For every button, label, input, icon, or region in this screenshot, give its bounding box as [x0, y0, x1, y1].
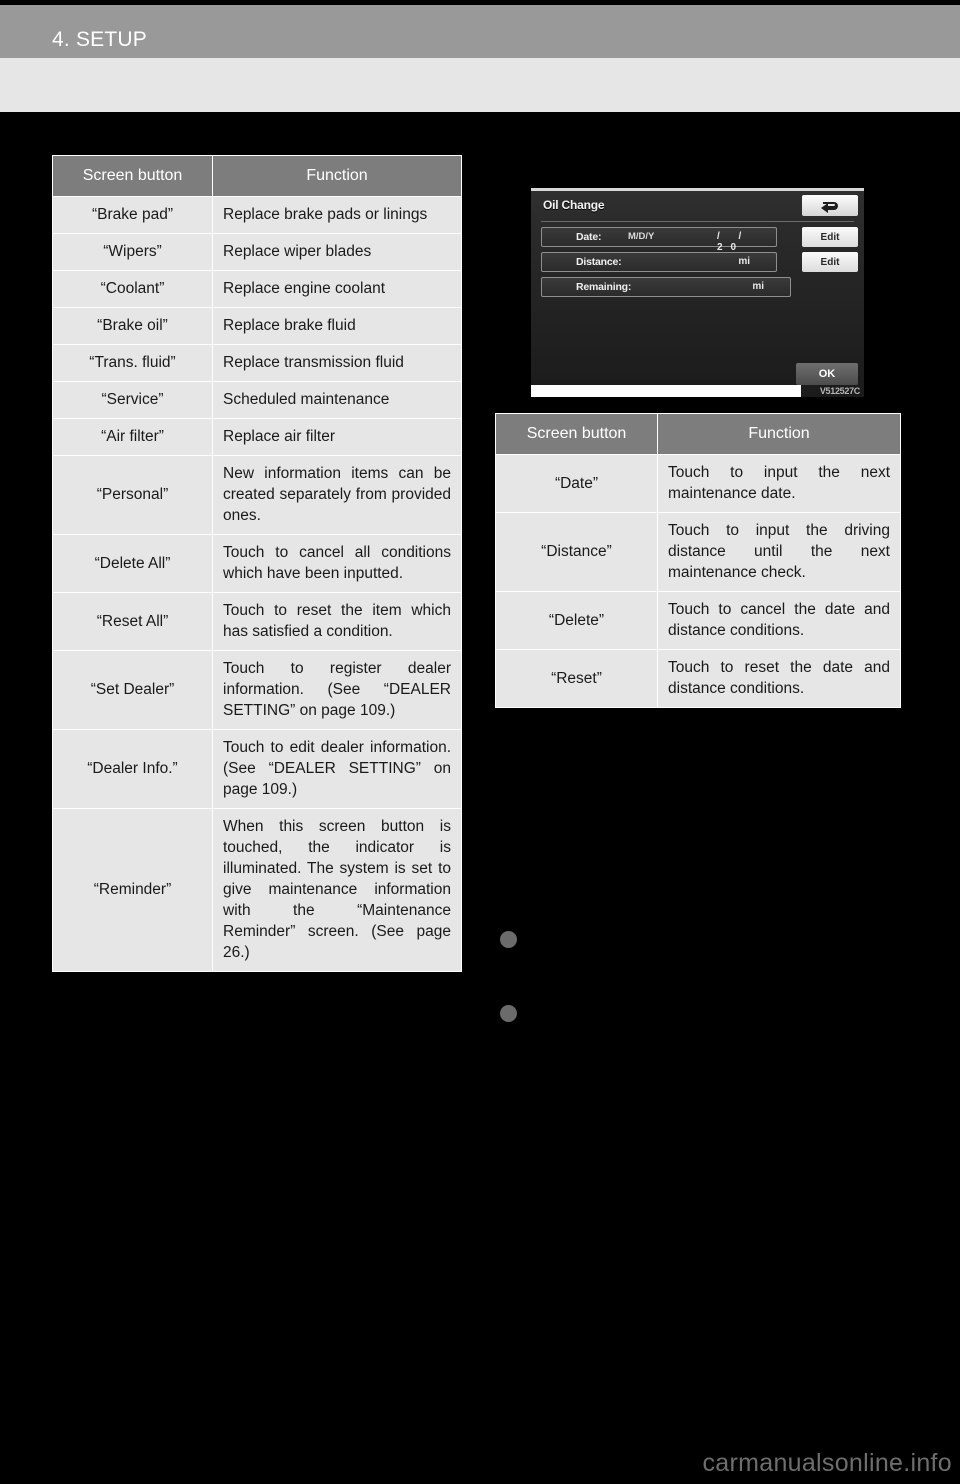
- table-row: “Air filter” Replace air filter: [52, 418, 462, 456]
- device-row-remaining: Remaining: mi: [541, 277, 791, 297]
- function-description: Touch to input the driving distance unti…: [657, 512, 901, 592]
- screen-button-label: “Coolant”: [52, 270, 213, 308]
- function-description: Touch to reset the date and distance con…: [657, 649, 901, 708]
- device-ok-button[interactable]: OK: [796, 363, 858, 385]
- function-description: Touch to input the next maintenance date…: [657, 454, 901, 513]
- function-description: New information items can be created sep…: [212, 455, 462, 535]
- site-watermark: carmanualsonline.info: [702, 1449, 952, 1477]
- function-description: Touch to cancel the date and distance co…: [657, 591, 901, 650]
- device-distance-edit-button[interactable]: Edit: [802, 252, 858, 272]
- maintenance-detail-table: Screen button Function “Date” Touch to i…: [495, 413, 901, 708]
- screen-button-label: “Air filter”: [52, 418, 213, 456]
- table-row: “Reset” Touch to reset the date and dist…: [495, 649, 901, 708]
- chapter-header-bar: 4. SETUP: [0, 5, 960, 58]
- screen-button-label: “Set Dealer”: [52, 650, 213, 730]
- table-header-row: Screen button Function: [495, 413, 901, 455]
- screen-button-label: “Brake oil”: [52, 307, 213, 345]
- device-row-date-label: Date:: [576, 231, 602, 243]
- screen-button-label: “Delete All”: [52, 534, 213, 593]
- screen-button-label: “Reminder”: [52, 808, 213, 972]
- table-row: “Trans. fluid” Replace transmission flui…: [52, 344, 462, 382]
- function-description: Touch to register dealer information. (S…: [212, 650, 462, 730]
- screen-button-label: “Dealer Info.”: [52, 729, 213, 809]
- screen-button-label: “Reset”: [495, 649, 658, 708]
- back-arrow-icon[interactable]: [802, 195, 858, 216]
- oil-change-screen-figure: Oil Change Date: M/D/Y / / 20 Edit Dista…: [531, 188, 864, 397]
- device-row-remaining-unit: mi: [752, 281, 764, 292]
- device-row-distance[interactable]: Distance: mi: [541, 252, 777, 272]
- table-row: “Set Dealer” Touch to register dealer in…: [52, 650, 462, 730]
- screen-button-label: “Distance”: [495, 512, 658, 592]
- device-screen: Oil Change Date: M/D/Y / / 20 Edit Dista…: [531, 191, 864, 397]
- screen-button-label: “Service”: [52, 381, 213, 419]
- function-description: Replace brake pads or linings: [212, 196, 462, 234]
- screen-button-label: “Brake pad”: [52, 196, 213, 234]
- screen-button-label: “Reset All”: [52, 592, 213, 651]
- device-row-remaining-label: Remaining:: [576, 281, 632, 293]
- table-row: “Coolant” Replace engine coolant: [52, 270, 462, 308]
- function-description: Scheduled maintenance: [212, 381, 462, 419]
- column-header-function: Function: [212, 155, 462, 197]
- bullet-dot-icon: [500, 931, 517, 948]
- function-description: Replace transmission fluid: [212, 344, 462, 382]
- table-row: “Delete All” Touch to cancel all conditi…: [52, 534, 462, 593]
- screen-button-label: “Delete”: [495, 591, 658, 650]
- maintenance-items-table: Screen button Function “Brake pad” Repla…: [52, 155, 462, 972]
- column-header-function: Function: [657, 413, 901, 455]
- screen-button-label: “Date”: [495, 454, 658, 513]
- table-row: “Dealer Info.” Touch to edit dealer info…: [52, 729, 462, 809]
- device-screen-title: Oil Change: [543, 198, 605, 212]
- page-title: 4. SETUP: [52, 28, 147, 51]
- function-description: Touch to cancel all conditions which hav…: [212, 534, 462, 593]
- device-row-distance-unit: mi: [738, 256, 750, 267]
- table-row: “Date” Touch to input the next maintenan…: [495, 454, 901, 513]
- subheader-band: [0, 58, 960, 112]
- function-description: Replace air filter: [212, 418, 462, 456]
- function-description: Touch to edit dealer information. (See “…: [212, 729, 462, 809]
- screen-button-label: “Wipers”: [52, 233, 213, 271]
- function-description: Replace brake fluid: [212, 307, 462, 345]
- column-header-screen-button: Screen button: [495, 413, 658, 455]
- device-row-date[interactable]: Date: M/D/Y / / 20: [541, 227, 777, 253]
- function-description: When this screen button is touched, the …: [212, 808, 462, 972]
- table-row: “Service” Scheduled maintenance: [52, 381, 462, 419]
- screen-button-label: “Trans. fluid”: [52, 344, 213, 382]
- table-row: “Brake pad” Replace brake pads or lining…: [52, 196, 462, 234]
- table-row: “Delete” Touch to cancel the date and di…: [495, 591, 901, 650]
- table-row: “Personal” New information items can be …: [52, 455, 462, 535]
- column-header-screen-button: Screen button: [52, 155, 213, 197]
- device-screen-divider: [541, 221, 854, 222]
- device-date-edit-button[interactable]: Edit: [802, 227, 858, 247]
- table-row: “Reminder” When this screen button is to…: [52, 808, 462, 972]
- function-description: Touch to reset the item which has satisf…: [212, 592, 462, 651]
- bullet-dot-icon: [500, 1005, 517, 1022]
- device-row-date-format: M/D/Y: [628, 231, 655, 242]
- function-description: Replace engine coolant: [212, 270, 462, 308]
- table-row: “Distance” Touch to input the driving di…: [495, 512, 901, 592]
- table-row: “Wipers” Replace wiper blades: [52, 233, 462, 271]
- figure-code: V512527C: [819, 386, 860, 396]
- device-bottom-bar: [531, 385, 801, 397]
- table-row: “Brake oil” Replace brake fluid: [52, 307, 462, 345]
- screen-button-label: “Personal”: [52, 455, 213, 535]
- function-description: Replace wiper blades: [212, 233, 462, 271]
- device-row-date-value: / / 20: [717, 231, 750, 253]
- device-row-distance-label: Distance:: [576, 256, 622, 268]
- table-row: “Reset All” Touch to reset the item whic…: [52, 592, 462, 651]
- table-header-row: Screen button Function: [52, 155, 462, 197]
